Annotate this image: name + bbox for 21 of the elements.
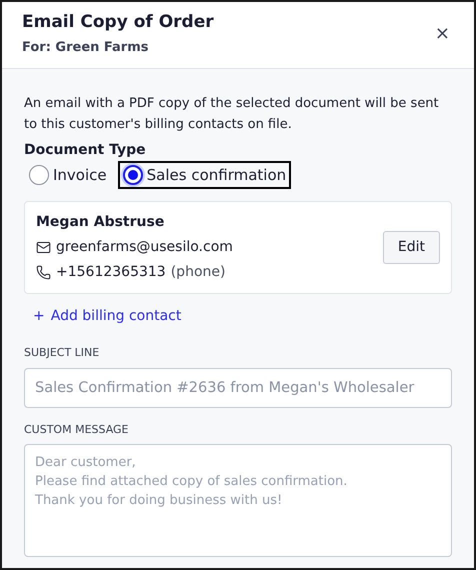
dialog-subtitle: For: Green Farms (22, 39, 150, 57)
custom-message-label: CUSTOM MESSAGE (24, 422, 130, 438)
contact-name: Megan Abstruse (36, 213, 166, 232)
radio-option[interactable]: Sales confirmation (118, 160, 292, 189)
custom-message-field[interactable]: Dear customer, Please find attached copy of sales confirmation. Thank you for doing business with us! (24, 444, 452, 557)
mail-icon (36, 240, 51, 255)
radio-option[interactable]: Invoice (24, 160, 112, 189)
contact-phone: +15612365313 (56, 263, 166, 282)
add-billing-contact-link[interactable]: + Add billing contact (33, 306, 182, 327)
radio-icon (29, 164, 49, 185)
radio-icon (122, 164, 143, 185)
phone-note: (phone) (170, 263, 226, 282)
edit-button[interactable]: Edit (382, 231, 440, 264)
subject-field[interactable]: Sales Confirmation #2636 from Megan's Wholesaler (24, 368, 452, 408)
subject-label: SUBJECT LINE (24, 345, 100, 361)
document-type-label: Document Type (24, 140, 147, 160)
dialog-title: Email Copy of Order (22, 11, 214, 34)
phone-icon (36, 265, 51, 280)
contact-email: greenfarms@usesilo.com (56, 238, 233, 257)
close-button[interactable]: × (430, 24, 454, 43)
description: An email with a PDF copy of the selected document will be sent to this customer's billing contacts on file. (24, 94, 440, 134)
